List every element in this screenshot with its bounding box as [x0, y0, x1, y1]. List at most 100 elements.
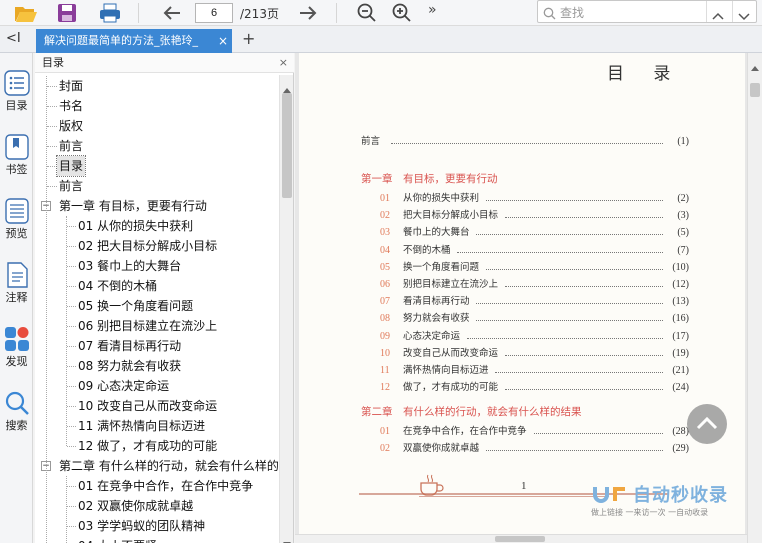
rail-item-bookmarks[interactable]: 书签	[0, 134, 33, 177]
zoom-in-icon[interactable]	[391, 2, 413, 24]
rail-item-notes[interactable]: 注释	[0, 262, 33, 305]
toc-item-section[interactable]: 07 看清目标再行动	[35, 336, 279, 356]
toc-item-section[interactable]: 01 从你的损失中获利	[35, 216, 279, 236]
entry-text: 满怀热情向目标迈进	[403, 365, 489, 376]
toc-item-label: 第二章 有什么样的行动，就会有什么样的	[59, 459, 279, 473]
toc-item-label: 09 心态决定命运	[78, 379, 170, 393]
scroll-up-arrow-icon[interactable]	[751, 56, 759, 75]
toc-item-section[interactable]: 12 做了，才有成功的可能	[35, 436, 279, 456]
toc-entry: 10 改变自己从而改变命运 (19)	[299, 347, 739, 361]
rail-label-bookmarks: 书签	[5, 163, 28, 176]
entry-number: 09	[380, 330, 390, 342]
document-page: 目 录 前言 (1) 第一章 有目标，更要有行动 01 从你的损失中获利 (2) 02 把大目…	[299, 53, 745, 534]
toc-item-section[interactable]: 03 餐巾上的大舞台	[35, 256, 279, 276]
toc-item-section[interactable]: 04 大小不要紧	[35, 536, 279, 543]
entry-text: 餐巾上的大舞台	[403, 227, 470, 239]
save-icon[interactable]	[56, 2, 78, 24]
document-hscroll-thumb[interactable]	[495, 536, 545, 542]
rail-label-preview: 预览	[5, 227, 28, 240]
entry-page: (19)	[672, 347, 689, 359]
toc-item-chapter[interactable]: − 第二章 有什么样的行动，就会有什么样的	[35, 456, 279, 476]
page-number-input[interactable]: 6	[195, 3, 233, 23]
collapse-sidebar-button[interactable]: <I	[6, 31, 21, 46]
toc-item-chapter[interactable]: 书名	[35, 96, 279, 116]
open-folder-icon[interactable]	[14, 2, 37, 24]
search-box[interactable]: 查找	[537, 0, 757, 23]
previous-page-icon[interactable]	[161, 2, 183, 24]
toc-panel-title: 目录	[42, 56, 64, 69]
rail-item-discover[interactable]: 发现	[0, 326, 33, 369]
toc-entry: 07 看清目标再行动 (13)	[299, 295, 739, 309]
toc-scroll-thumb[interactable]	[282, 93, 292, 198]
tree-connector	[67, 366, 76, 367]
chevron-up-icon[interactable]	[712, 6, 724, 25]
document-scroll-thumb[interactable]	[750, 83, 760, 97]
toc-tree: 封面 书名 版权 前言 目录 前言 − 第一章 有目标，更要有行动 01 从你的损失中获利 02 …	[35, 76, 279, 543]
scroll-down-arrow-icon[interactable]	[283, 533, 291, 543]
toc-item-label: 05 换一个角度看问题	[78, 299, 194, 313]
tree-connector	[67, 226, 76, 227]
toc-item-section[interactable]: 10 改变自己从而改变命运	[35, 396, 279, 416]
document-vertical-scrollbar[interactable]	[747, 53, 762, 543]
entry-leader	[466, 337, 663, 339]
entry-leader	[485, 200, 663, 201]
toc-panel-close-button[interactable]: ×	[279, 53, 288, 73]
toc-item-section[interactable]: 08 努力就会有收获	[35, 356, 279, 376]
toc-item-section[interactable]: 11 满怀热情向目标迈进	[35, 416, 279, 436]
toc-item-chapter[interactable]: 前言	[35, 136, 279, 156]
entry-text: 双赢使你成就卓越	[403, 443, 480, 455]
toc-item-label: 10 改变自己从而改变命运	[78, 399, 218, 413]
chevron-down-icon[interactable]	[738, 7, 750, 26]
entry-number: 05	[380, 261, 390, 273]
entry-number: 08	[380, 313, 390, 325]
toc-item-chapter[interactable]: 版权	[35, 116, 279, 136]
entry-text: 做了，才有成功的可能	[403, 382, 499, 394]
toc-item-section[interactable]: 05 换一个角度看问题	[35, 296, 279, 316]
toc-item-section[interactable]: 02 双赢使你成就卓越	[35, 496, 279, 516]
tab-document[interactable]: 解决问题最简单的方法_张艳玲_ ×	[36, 29, 232, 53]
toc-item-chapter[interactable]: 前言	[35, 176, 279, 196]
toc-item-chapter[interactable]: 目录	[35, 155, 279, 177]
next-page-icon[interactable]	[297, 2, 319, 24]
entry-page: (1)	[677, 136, 689, 147]
tree-connector	[47, 126, 57, 127]
toc-item-label: 11 满怀热情向目标迈进	[78, 419, 206, 433]
rail-item-preview[interactable]: 预览	[0, 198, 33, 241]
toc-item-chapter[interactable]: − 第一章 有目标，更要有行动	[35, 196, 279, 216]
tree-connector	[67, 346, 76, 347]
more-tools-button[interactable]: »	[428, 2, 450, 24]
entry-text: 换一个角度看问题	[403, 261, 480, 273]
zoom-out-icon[interactable]	[356, 2, 378, 24]
toc-entry: 02 把大目标分解成小目标 (3)	[299, 209, 739, 223]
rail-item-search[interactable]: 搜索	[0, 390, 33, 433]
toc-scrollbar[interactable]	[279, 75, 293, 543]
toc-item-section[interactable]: 04 不倒的木桶	[35, 276, 279, 296]
toc-item-label: 01 在竞争中合作，在合作中竞争	[78, 479, 254, 493]
entry-page: (16)	[672, 313, 689, 325]
rail-item-toc[interactable]: 目录	[0, 70, 33, 113]
toc-item-chapter[interactable]: 封面	[35, 76, 279, 96]
scroll-to-top-button[interactable]	[687, 404, 727, 444]
toc-item-section[interactable]: 06 别把目标建立在流沙上	[35, 316, 279, 336]
entry-text: 不倒的木桶	[403, 244, 451, 256]
tree-connector	[47, 106, 57, 107]
toc-entry: 03 餐巾上的大舞台 (5)	[299, 226, 739, 240]
new-tab-button[interactable]: +	[242, 29, 255, 48]
document-horizontal-scrollbar[interactable]	[295, 534, 747, 543]
entry-page: (5)	[677, 227, 689, 239]
toc-item-label: 12 做了，才有成功的可能	[78, 439, 218, 453]
toc-entry: 09 心态决定命运 (17)	[299, 330, 739, 344]
rail-label-toc: 目录	[5, 99, 28, 112]
toc-item-section[interactable]: 02 把大目标分解成小目标	[35, 236, 279, 256]
toc-item-section[interactable]: 01 在竞争中合作，在合作中竞争	[35, 476, 279, 496]
print-icon[interactable]	[98, 2, 120, 24]
toc-item-section[interactable]: 03 学学蚂蚁的团队精神	[35, 516, 279, 536]
entry-leader	[495, 372, 663, 373]
toc-entry: 02 双赢使你成就卓越 (29)	[299, 442, 739, 456]
page-title: 目 录	[607, 64, 683, 84]
entry-text: 看清目标再行动	[403, 296, 470, 308]
entry-number: 01	[380, 193, 390, 204]
entry-leader	[457, 251, 663, 253]
tab-close-button[interactable]: ×	[218, 29, 228, 53]
toc-item-section[interactable]: 09 心态决定命运	[35, 376, 279, 396]
